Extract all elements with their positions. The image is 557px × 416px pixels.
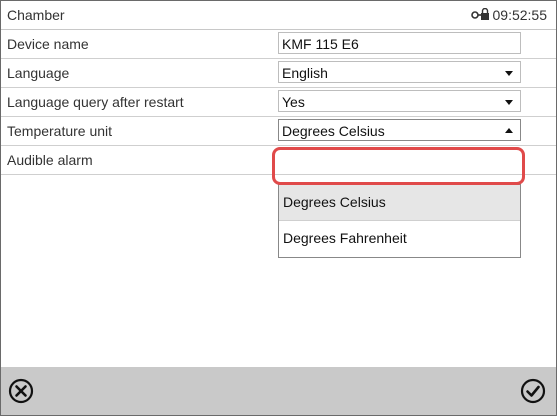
field-value: English	[282, 65, 328, 81]
setting-label: Device name	[7, 36, 89, 52]
key-lock-icon	[470, 8, 489, 20]
setting-row-temperature-unit: Temperature unit Degrees Celsius	[1, 117, 556, 146]
chevron-up-icon	[505, 128, 513, 133]
setting-label: Temperature unit	[7, 123, 113, 139]
temperature-unit-select[interactable]: Degrees Celsius	[278, 119, 521, 141]
clock: 09:52:55	[470, 7, 548, 23]
setting-row-audible-alarm: Audible alarm	[1, 146, 556, 175]
language-select[interactable]: English	[278, 61, 521, 83]
chevron-down-icon	[505, 71, 513, 76]
option-label: Degrees Celsius	[283, 194, 386, 210]
setting-label: Language	[7, 65, 70, 81]
option-label: Degrees Fahrenheit	[283, 230, 407, 246]
header-bar: Chamber 09:52:55	[1, 1, 556, 30]
dropdown-option-fahrenheit[interactable]: Degrees Fahrenheit	[279, 221, 520, 257]
language-query-select[interactable]: Yes	[278, 90, 521, 112]
setting-label: Language query after restart	[7, 94, 184, 110]
clock-time: 09:52:55	[492, 7, 548, 23]
setting-row-language-query: Language query after restart Yes	[1, 88, 556, 117]
check-circle-icon	[520, 378, 546, 404]
field-value: Yes	[282, 94, 305, 110]
settings-window: Chamber 09:52:55 Device name KMF 115 E6 …	[0, 0, 557, 416]
field-value: Degrees Celsius	[282, 123, 385, 139]
cancel-button[interactable]	[8, 378, 34, 404]
dropdown-option-celsius[interactable]: Degrees Celsius	[279, 185, 520, 221]
page-title: Chamber	[7, 7, 65, 23]
close-circle-icon	[8, 378, 34, 404]
setting-label: Audible alarm	[7, 152, 93, 168]
temperature-unit-dropdown: Degrees Celsius Degrees Fahrenheit	[278, 184, 521, 258]
chevron-down-icon	[505, 100, 513, 105]
footer-bar	[1, 367, 556, 415]
confirm-button[interactable]	[520, 378, 546, 404]
device-name-field[interactable]: KMF 115 E6	[278, 32, 521, 54]
setting-row-language: Language English	[1, 59, 556, 88]
field-value: KMF 115 E6	[282, 36, 359, 52]
setting-row-device-name: Device name KMF 115 E6	[1, 30, 556, 59]
